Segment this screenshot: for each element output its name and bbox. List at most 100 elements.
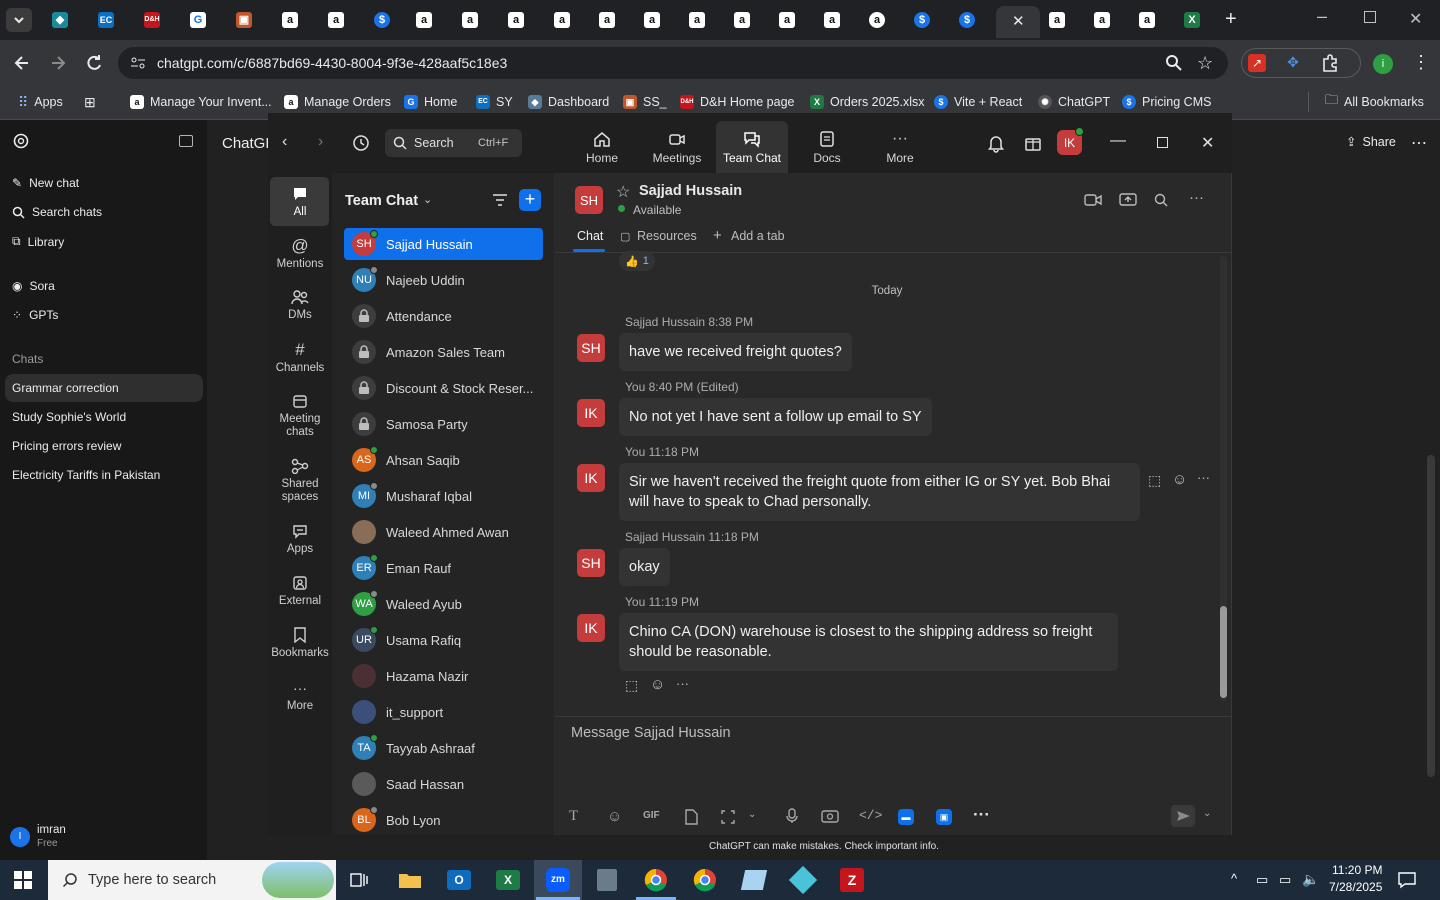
zoom-app-icon[interactable]: ▬ [898,809,914,825]
contact-list-item[interactable]: Saad Hassan [344,768,543,800]
windows-start-icon[interactable] [14,871,32,889]
tab-amazon[interactable]: a [819,8,845,32]
reload-icon[interactable] [84,53,104,73]
teams-back-icon[interactable]: ‹ [282,133,287,151]
rail-channels[interactable]: # Channels [270,341,330,375]
gif-button[interactable]: GIF [643,810,660,821]
message-bubble[interactable]: Sir we haven't received the freight quot… [619,463,1140,521]
rail-dms[interactable]: DMs [270,289,330,322]
profile-avatar[interactable]: i [1373,54,1393,74]
chat-history-item[interactable]: Grammar correction [12,381,119,395]
favorite-star-icon[interactable]: ☆ [616,182,630,202]
contact-list-item[interactable]: Attendance [344,300,543,332]
tab-amazon-circle[interactable]: a [864,8,890,32]
tab-search-dropdown[interactable] [6,8,32,32]
tab-amazon[interactable]: a [549,8,575,32]
bookmark-star-icon[interactable]: ☆ [1197,53,1213,74]
bookmark-pricing-cms[interactable]: $ Pricing CMS [1122,92,1211,112]
chat-search-icon[interactable] [1154,193,1168,207]
teams-close-button[interactable]: ✕ [1201,133,1214,153]
bookmark-sy[interactable]: EC SY [476,92,513,112]
excel-taskbar-icon[interactable]: X [485,862,531,898]
zoom-taskbar-icon[interactable]: zm [535,862,581,898]
chat-scrollbar-thumb[interactable] [1220,606,1227,698]
contact-list-item[interactable]: Hazama Nazir [344,660,543,692]
clock-time[interactable]: 11:20 PM [1332,863,1382,877]
screenshot-icon[interactable] [720,809,736,825]
contact-list-item[interactable]: NU Najeeb Uddin [344,264,543,296]
message-bubble[interactable]: have we received freight quotes? [619,333,852,371]
tab-box[interactable]: ▣ [231,8,257,32]
send-button[interactable] [1171,805,1195,827]
volume-icon[interactable]: 🔈 [1302,871,1319,888]
nav-team-chat[interactable]: Team Chat [717,121,787,173]
teams-maximize-button[interactable] [1157,137,1168,148]
rail-meeting-chats[interactable]: Meeting chats [270,393,330,439]
tab-amazon[interactable]: a [277,8,303,32]
message-avatar[interactable]: IK [577,399,605,427]
reply-icon[interactable]: ⬚ [1148,472,1161,489]
chat-history-item[interactable]: Pricing errors review [12,439,121,453]
rail-bookmarks[interactable]: Bookmarks [270,627,330,660]
notification-bell-icon[interactable] [987,133,1005,153]
notes-app-icon[interactable] [731,862,777,898]
bookmark-dh-home[interactable]: D&H D&H Home page [680,92,795,112]
list-title[interactable]: Team Chat [345,193,418,209]
minimize-window-button[interactable]: – [1317,6,1327,27]
tab-amazon[interactable]: a [774,8,800,32]
tab-amazon[interactable]: a [1089,8,1115,32]
zoom-whiteboard-icon[interactable]: ▣ [936,809,952,825]
tab-chat[interactable]: Chat [577,229,603,243]
new-chat-plus-button[interactable]: + [519,189,541,211]
extension-icon[interactable]: ✥ [1284,54,1302,72]
clock-date[interactable]: 7/28/2025 [1329,880,1382,894]
message-avatar[interactable]: IK [577,464,605,492]
contact-list-item[interactable]: Amazon Sales Team [344,336,543,368]
bookmark-ss[interactable]: ▣ SS_ [623,92,667,112]
tab-vendor[interactable]: ◆ [47,8,73,32]
chat-history-item[interactable]: Study Sophie's World [12,410,126,424]
tab-active[interactable]: ✕ [996,6,1040,38]
app-diamond-icon[interactable] [780,862,826,898]
library-button[interactable]: ⧉ Library [12,234,64,249]
screen-share-icon[interactable] [1119,192,1137,208]
tab-amazon[interactable]: a [594,8,620,32]
tray-app-icon[interactable]: ▭ [1256,872,1268,888]
tab-amazon[interactable]: a [411,8,437,32]
user-name[interactable]: imran [37,824,66,836]
calendar-gift-icon[interactable] [1024,134,1042,152]
contact-list-item[interactable]: ER Eman Rauf [344,552,543,584]
message-bubble[interactable]: Chino CA (DON) warehouse is closest to t… [619,613,1118,671]
contact-list-item[interactable]: TA Tayyab Ashraaf [344,732,543,764]
nav-home[interactable]: Home [567,121,637,173]
bookmark-apps[interactable]: ⠿ Apps [18,92,63,112]
nav-meetings[interactable]: Meetings [642,121,712,173]
chatgpt-scrollbar[interactable] [1427,455,1435,777]
contact-list-item[interactable]: BL Bob Lyon [344,804,543,836]
rail-apps[interactable]: Apps [270,523,330,556]
close-window-button[interactable]: ✕ [1409,9,1422,29]
chat-options-icon[interactable]: ⋯ [1411,133,1427,153]
chat-history-item[interactable]: Electricity Tariffs in Pakistan [12,468,160,482]
file-icon[interactable] [684,809,698,825]
bookmark-dashboard[interactable]: ◆ Dashboard [528,92,609,112]
tab-amazon[interactable]: a [457,8,483,32]
contact-avatar[interactable]: SH [575,186,603,214]
extensions-puzzle-icon[interactable] [1320,53,1340,73]
task-view-icon[interactable] [336,862,382,898]
openai-logo-icon[interactable] [13,133,29,149]
share-button[interactable]: ⇪ Share [1346,134,1396,150]
tab-add[interactable]: Add a tab [731,229,785,243]
site-info-icon[interactable] [129,54,147,72]
contact-list-item[interactable]: AS Ahsan Saqib [344,444,543,476]
notification-center-icon[interactable] [1398,871,1416,889]
filezilla-icon[interactable]: Z [829,862,875,898]
tab-google-sheets[interactable]: G [185,8,211,32]
reply-icon[interactable]: ⬚ [625,677,638,694]
tab-amazon[interactable]: a [729,8,755,32]
contact-list-item[interactable]: UR Usama Rafiq [344,624,543,656]
extension-pdf-icon[interactable]: ↗ [1248,54,1266,72]
search-chats-button[interactable]: Search chats [12,205,102,219]
bookmark-manage-orders[interactable]: a Manage Orders [284,92,391,112]
file-explorer-icon[interactable] [387,862,433,898]
